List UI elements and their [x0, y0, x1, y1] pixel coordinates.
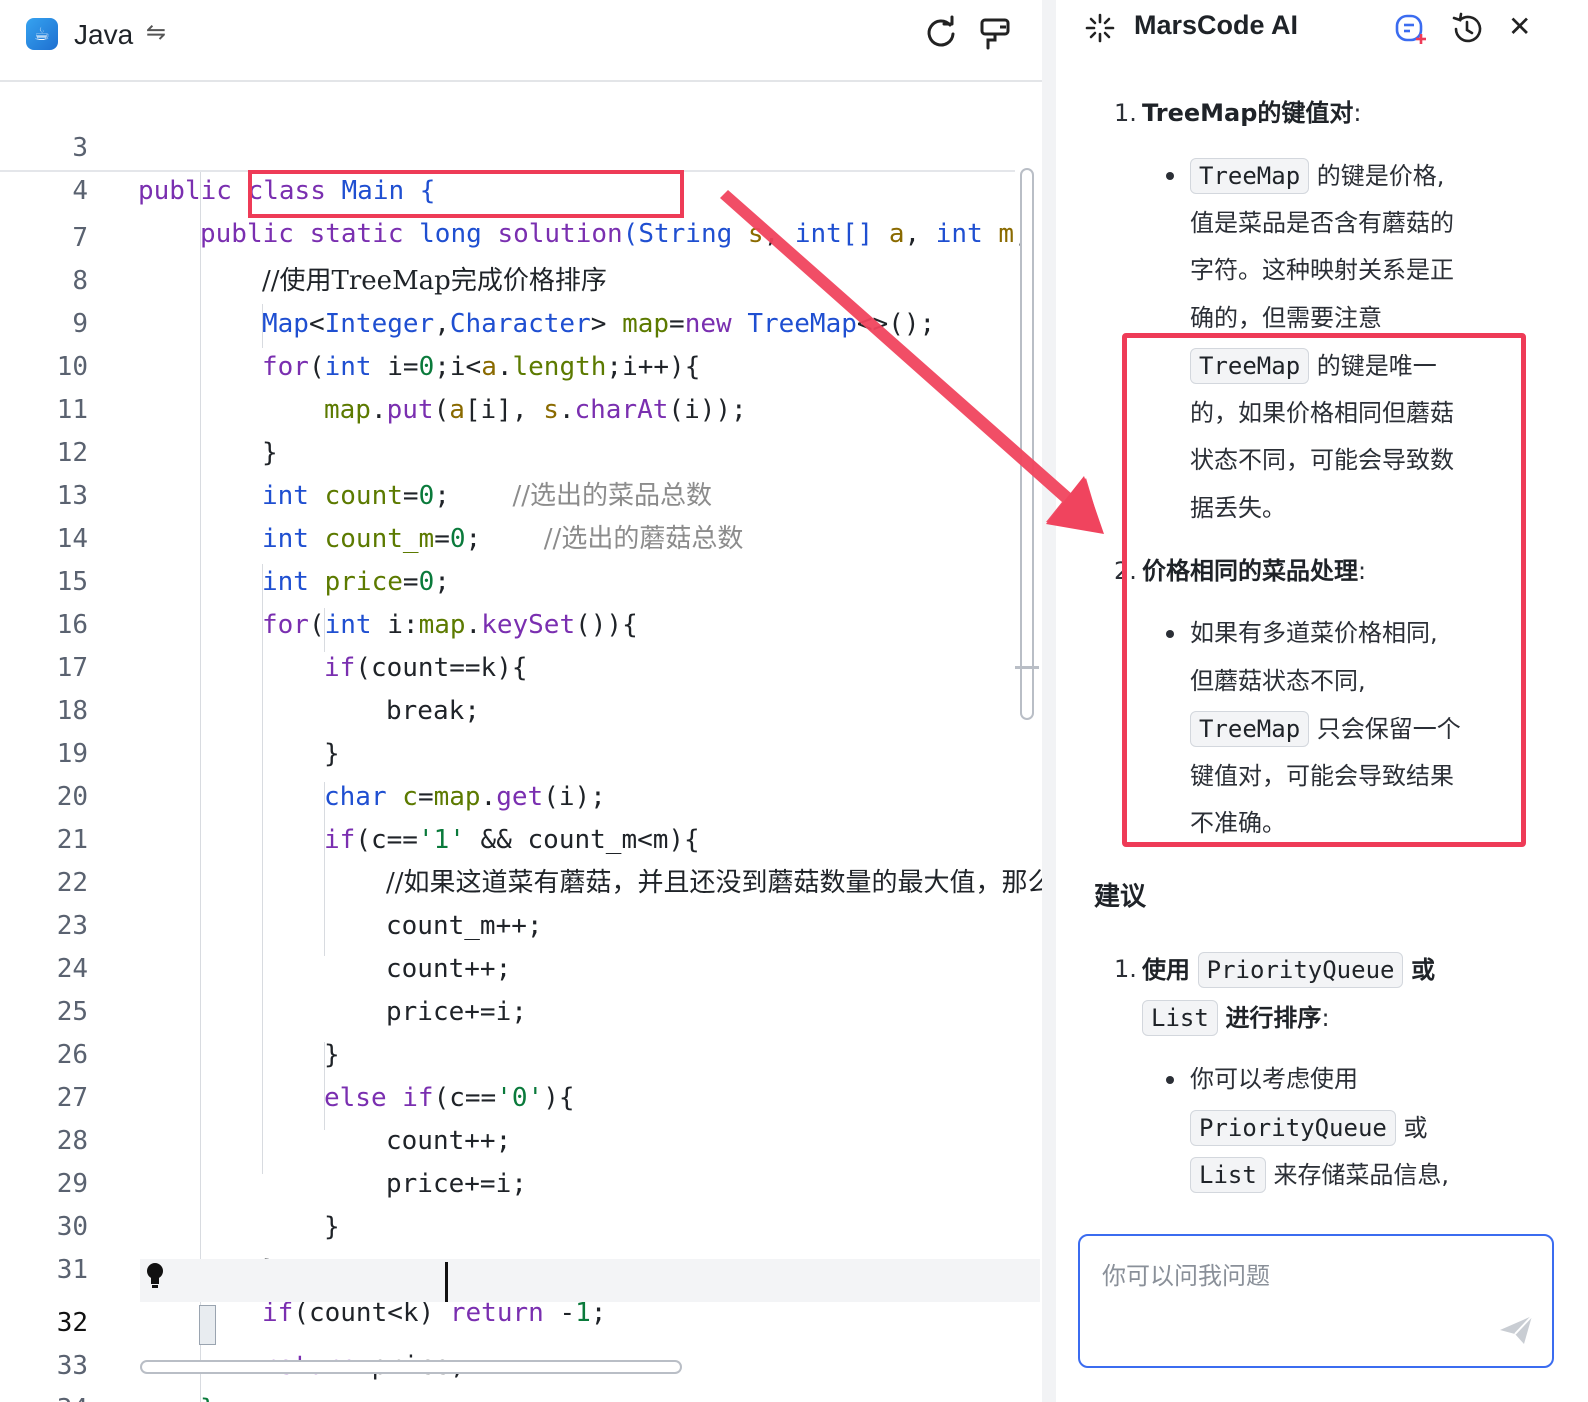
paragraph-line: List 来存储菜品信息, — [1190, 1157, 1449, 1193]
annotation-box — [1122, 333, 1526, 847]
code-line-11: 11 } — [0, 346, 1042, 468]
scrollbar-marker — [1015, 666, 1039, 669]
list-heading-text: TreeMap的键值对 — [1142, 99, 1354, 127]
code-line-8: 8 Map<Integer,Character> map=new TreeMap… — [0, 217, 1042, 339]
code-line-13: 13 int count_m=0; //选出的蘑菇总数 — [0, 432, 1042, 554]
text: 的键是价格, — [1316, 162, 1445, 190]
text: : — [1321, 1004, 1330, 1032]
chat-input[interactable]: 你可以问我问题 — [1078, 1234, 1554, 1368]
inline-code: List — [1190, 1157, 1266, 1193]
list-heading-colon: : — [1353, 99, 1362, 127]
line-number: 34 — [0, 1388, 88, 1402]
code-line-31: 31 if(count<k) return -1; — [0, 1206, 1042, 1328]
code-line-15: 15 for(int i:map.keySet()){ — [0, 518, 1042, 640]
code-line-18: 18 } — [0, 647, 1042, 769]
list-heading: TreeMap的键值对: — [1142, 96, 1361, 130]
sparkle-logo-icon — [1085, 13, 1115, 43]
vertical-scrollbar[interactable] — [1020, 168, 1034, 720]
format-icon[interactable] — [976, 14, 1014, 52]
close-icon[interactable]: ✕ — [1508, 10, 1531, 43]
language-selector[interactable]: Java — [74, 19, 133, 51]
code-line-23: 23 count++; — [0, 862, 1042, 984]
text: 使用 — [1142, 956, 1190, 984]
annotation-box — [248, 170, 684, 218]
code-line-24: 24 price+=i; — [0, 905, 1042, 1027]
code-area[interactable]: 3 public class Main { 4 public static lo… — [0, 84, 1042, 1402]
bracket-match-highlight — [199, 1305, 216, 1345]
paragraph-line: 确的，但需要注意 — [1190, 304, 1382, 332]
code-line-25: 25 } — [0, 948, 1042, 1070]
list-heading: List 进行排序: — [1142, 1000, 1330, 1036]
section-heading: 建议 — [1094, 882, 1147, 912]
inline-code: TreeMap — [1190, 158, 1310, 194]
code-line-10: 10 map.put(a[i], s.charAt(i)); — [0, 303, 1042, 425]
code-line-4: 4 public static long solution(String s, … — [0, 127, 1042, 249]
list-heading: 使用 PriorityQueue 或 — [1142, 952, 1435, 988]
paragraph-line: PriorityQueue 或 — [1190, 1110, 1427, 1146]
code-line-33: 33 } — [0, 1302, 1042, 1402]
java-icon: ☕ — [26, 18, 58, 50]
code-line-26: 26 else if(c=='0'){ — [0, 991, 1042, 1113]
code-line-12: 12 int count=0; //选出的菜品总数 — [0, 389, 1042, 511]
paragraph-line: 字符。这种映射关系是正 — [1190, 256, 1454, 284]
code-line-22: 22 count_m++; — [0, 819, 1042, 941]
code-line-14: 14 int price=0; — [0, 475, 1042, 597]
code-line-28: 28 price+=i; — [0, 1077, 1042, 1199]
history-icon[interactable] — [1450, 12, 1484, 46]
code-text: } — [200, 1388, 216, 1402]
inline-code: PriorityQueue — [1190, 1110, 1396, 1146]
text: 进行排序 — [1225, 1004, 1322, 1032]
code-line-19: 19 char c=map.get(i); — [0, 690, 1042, 812]
code-line-29: 29 } — [0, 1120, 1042, 1242]
code-line-3: 3 public class Main { — [0, 84, 1042, 206]
paragraph-line: 你可以考虑使用 — [1190, 1065, 1358, 1093]
text-cursor — [445, 1262, 448, 1302]
code-line-21: 21 //如果这道菜有蘑菇，并且还没到蘑菇数量的最大值，那么 — [0, 776, 1042, 898]
horizontal-scrollbar[interactable] — [140, 1360, 682, 1374]
list-number: 1. — [1114, 955, 1137, 983]
editor-toolbar: ☕ Java ⇋ — [0, 0, 1042, 82]
code-line-16: 16 if(count==k){ — [0, 561, 1042, 683]
chat-input-placeholder: 你可以问我问题 — [1102, 1262, 1270, 1290]
panel-divider[interactable] — [1042, 0, 1056, 1402]
text: 来存储菜品信息, — [1273, 1161, 1450, 1189]
paragraph-line: TreeMap 的键是价格, — [1190, 158, 1444, 194]
bulb-icon[interactable] — [145, 1262, 165, 1290]
switch-icon[interactable]: ⇋ — [146, 18, 166, 46]
inline-code: PriorityQueue — [1197, 952, 1404, 988]
code-line-17: 17 break; — [0, 604, 1042, 726]
text: 或 — [1411, 956, 1436, 984]
bullet — [1166, 1076, 1174, 1084]
bullet — [1166, 172, 1174, 180]
send-icon[interactable] — [1498, 1314, 1534, 1346]
reset-icon[interactable] — [922, 14, 960, 52]
text: 或 — [1403, 1114, 1428, 1142]
inline-code: List — [1142, 1000, 1218, 1036]
code-line-27: 27 count++; — [0, 1034, 1042, 1156]
code-line-9: 9 for(int i=0;i<a.length;i++){ — [0, 260, 1042, 382]
panel-title: MarsCode AI — [1134, 10, 1299, 40]
new-chat-icon[interactable] — [1394, 12, 1428, 46]
list-number: 1. — [1114, 99, 1137, 127]
code-line-20: 20 if(c=='1' && count_m<m){ — [0, 733, 1042, 855]
code-line-30: 30 } — [0, 1163, 1042, 1285]
paragraph-line: 值是菜品是否含有蘑菇的 — [1190, 209, 1454, 237]
